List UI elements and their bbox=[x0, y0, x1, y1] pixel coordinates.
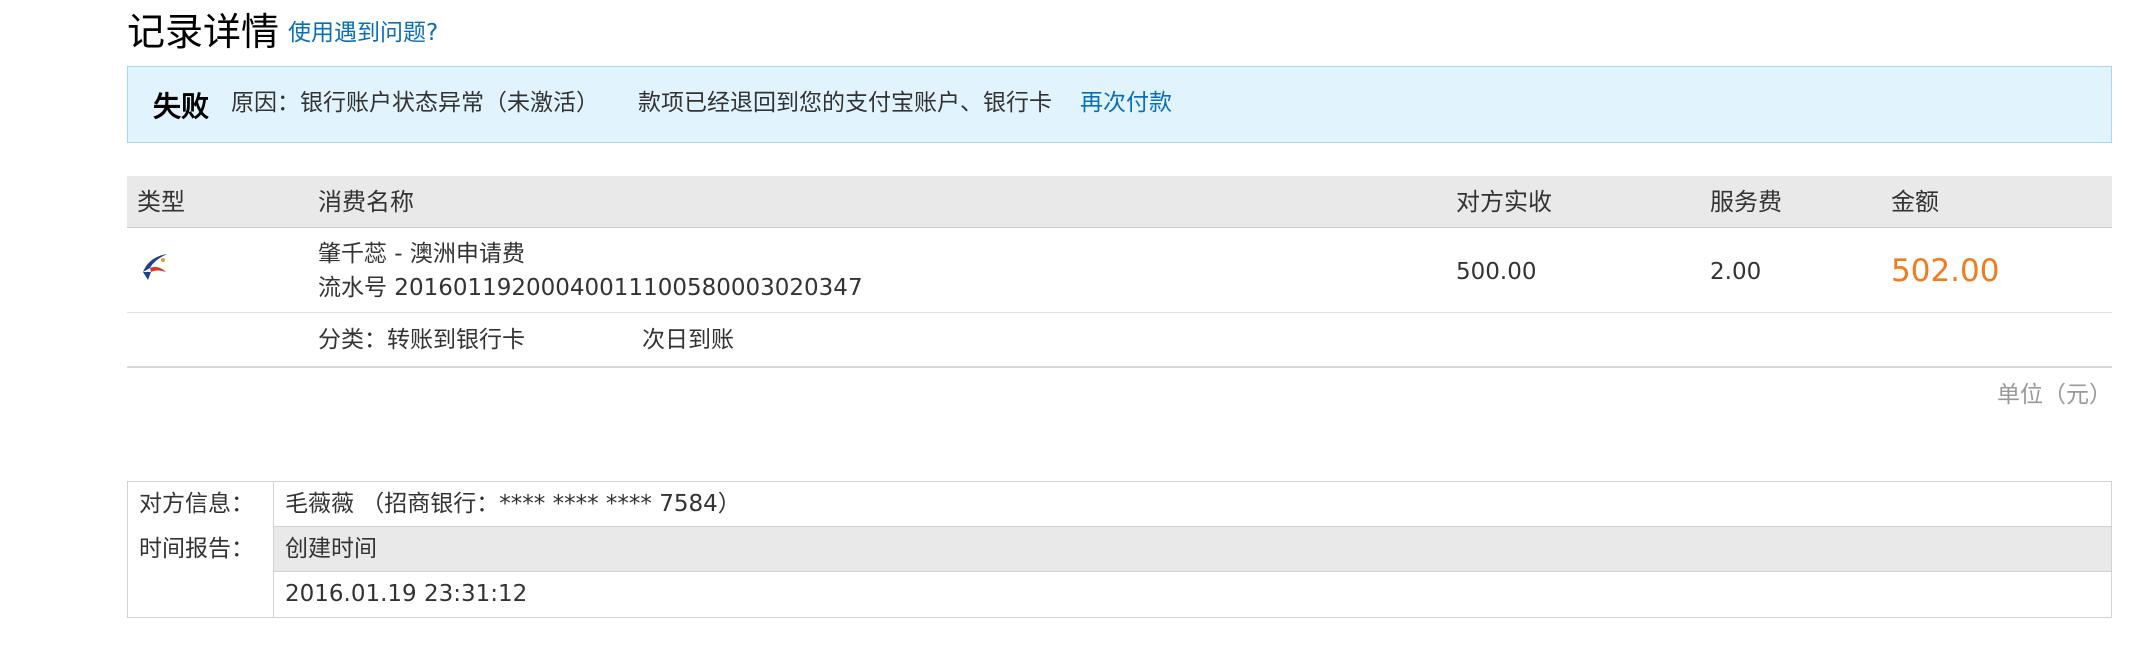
unit-note: 单位（元） bbox=[1997, 382, 2112, 408]
arrival-time: 次日到账 bbox=[642, 327, 734, 353]
column-header-type: 类型 bbox=[137, 188, 185, 216]
created-time-value: 2016.01.19 23:31:12 bbox=[285, 581, 528, 607]
counterparty-label: 对方信息： bbox=[139, 491, 254, 517]
failure-reason: 原因：银行账户状态异常（未激活） bbox=[231, 90, 599, 116]
table-row: 肇千蕊 - 澳洲申请费 流水号 201601192000400111005800… bbox=[127, 228, 2112, 313]
serial-number: 流水号 20160119200040011100580003020347 bbox=[318, 275, 863, 301]
repay-link[interactable]: 再次付款 bbox=[1080, 86, 1172, 120]
counterparty-row: 毛薇薇 （招商银行：**** **** **** 7584） bbox=[274, 482, 2111, 527]
transaction-table-header: 类型 消费名称 对方实收 服务费 金额 bbox=[127, 176, 2112, 228]
column-header-amount: 金额 bbox=[1891, 188, 1939, 216]
service-fee: 2.00 bbox=[1710, 259, 1762, 285]
total-amount: 502.00 bbox=[1891, 253, 2000, 289]
info-table: 对方信息： 时间报告： 毛薇薇 （招商银行：**** **** **** 758… bbox=[127, 481, 2112, 618]
table-row-details: 分类：转账到银行卡 次日到账 bbox=[127, 313, 2112, 368]
status-label: 失败 bbox=[153, 90, 210, 123]
page-title: 记录详情 bbox=[127, 10, 280, 54]
column-header-service-fee: 服务费 bbox=[1710, 188, 1782, 216]
column-header-received: 对方实收 bbox=[1456, 188, 1552, 216]
refund-note: 款项已经退回到您的支付宝账户、银行卡 bbox=[638, 90, 1052, 116]
status-alert: 失败 原因：银行账户状态异常（未激活） 款项已经退回到您的支付宝账户、银行卡 再… bbox=[127, 66, 2112, 143]
time-value-row: 2016.01.19 23:31:12 bbox=[274, 572, 2111, 617]
info-label-column: 对方信息： 时间报告： bbox=[128, 482, 274, 617]
time-label: 时间报告： bbox=[139, 536, 254, 562]
help-link[interactable]: 使用遇到问题? bbox=[288, 16, 438, 50]
counterparty-value: 毛薇薇 （招商银行：**** **** **** 7584） bbox=[285, 491, 741, 517]
transaction-name: 肇千蕊 - 澳洲申请费 bbox=[318, 241, 525, 267]
column-header-name: 消费名称 bbox=[318, 188, 414, 216]
received-amount: 500.00 bbox=[1456, 259, 1537, 285]
transfer-swallow-icon bbox=[137, 248, 175, 286]
transaction-category: 分类：转账到银行卡 bbox=[318, 327, 525, 353]
time-header-row: 创建时间 bbox=[274, 527, 2111, 572]
created-time-header: 创建时间 bbox=[285, 536, 377, 562]
